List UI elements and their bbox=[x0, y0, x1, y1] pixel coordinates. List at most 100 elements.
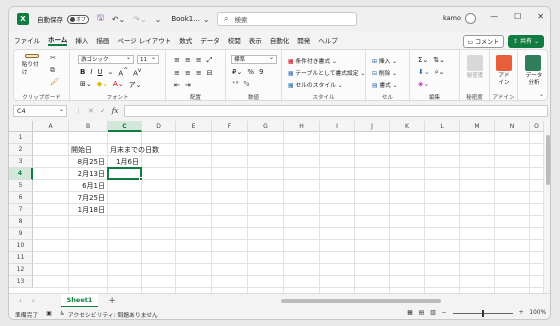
fill-handle[interactable] bbox=[139, 177, 143, 181]
horizontal-scrollbar[interactable] bbox=[271, 298, 531, 304]
decrease-indent-icon[interactable]: ⇤ bbox=[174, 81, 180, 89]
name-box[interactable]: C4 bbox=[13, 104, 67, 117]
fill-color-icon[interactable]: ◆⌄ bbox=[97, 80, 108, 90]
column-header-h[interactable]: H bbox=[284, 121, 320, 132]
column-header-i[interactable]: I bbox=[320, 121, 355, 132]
increase-indent-icon[interactable]: ⇥ bbox=[185, 81, 191, 89]
align-center-icon[interactable]: ≡ bbox=[185, 69, 191, 77]
tab-page-layout[interactable]: ページ レイアウト bbox=[117, 35, 171, 45]
tab-file[interactable]: ファイル bbox=[14, 35, 40, 45]
tab-developer[interactable]: 開発 bbox=[297, 35, 310, 45]
align-top-icon[interactable]: ≡ bbox=[185, 56, 191, 65]
column-header-j[interactable]: J bbox=[355, 121, 390, 132]
column-header-n[interactable]: N bbox=[495, 121, 530, 132]
enter-icon[interactable]: ✓ bbox=[100, 107, 106, 115]
avatar[interactable] bbox=[465, 13, 476, 24]
column-header-d[interactable]: D bbox=[142, 121, 176, 132]
tab-formulas[interactable]: 数式 bbox=[179, 35, 192, 45]
normal-view-icon[interactable]: ▦ bbox=[407, 310, 412, 316]
next-sheet-icon[interactable]: › bbox=[32, 297, 35, 305]
number-format-select[interactable]: 標準 bbox=[231, 54, 277, 64]
minimize-icon[interactable]: — bbox=[490, 12, 498, 21]
column-header-k[interactable]: K bbox=[390, 121, 425, 132]
row-header-8[interactable]: 8 bbox=[9, 216, 33, 228]
formula-input[interactable] bbox=[124, 105, 548, 117]
row-header-13[interactable]: 13 bbox=[9, 276, 33, 288]
comment-button[interactable]: ▭ コメント bbox=[462, 35, 505, 48]
font-name-select[interactable]: 游ゴシック bbox=[78, 54, 134, 64]
tab-review[interactable]: 校閲 bbox=[228, 35, 241, 45]
row-header-5[interactable]: 5 bbox=[9, 180, 33, 192]
cell-b6[interactable]: 7月25日 bbox=[69, 192, 108, 204]
conditional-format-button[interactable]: ▦ 条件付き書式 ⌄ bbox=[288, 56, 337, 65]
row-header-2[interactable]: 2 bbox=[9, 144, 33, 156]
sort-filter-icon[interactable]: ⇅⌄ bbox=[433, 56, 445, 64]
column-header-c[interactable]: C bbox=[108, 121, 142, 132]
column-header-b[interactable]: B bbox=[69, 121, 108, 132]
delete-cells-button[interactable]: ⊟ 削除 ⌄ bbox=[372, 68, 397, 77]
prev-sheet-icon[interactable]: ‹ bbox=[19, 297, 22, 305]
redo-icon[interactable]: ↷⌄ bbox=[133, 15, 146, 24]
align-right-icon[interactable]: ≡ bbox=[196, 69, 202, 77]
tab-view[interactable]: 表示 bbox=[249, 35, 262, 45]
wrap-text-icon[interactable]: ≡ bbox=[174, 56, 180, 65]
search-input[interactable]: ⌕ 検索 bbox=[217, 12, 357, 26]
insert-cells-button[interactable]: ⊞ 挿入 ⌄ bbox=[372, 56, 397, 65]
font-grow-icon[interactable]: A^ bbox=[118, 68, 128, 77]
maximize-icon[interactable]: ☐ bbox=[514, 12, 521, 21]
column-header-g[interactable]: G bbox=[248, 121, 284, 132]
column-header-a[interactable]: A bbox=[33, 121, 69, 132]
save-icon[interactable]: 🖫 bbox=[97, 12, 104, 26]
row-header-4[interactable]: 4 bbox=[9, 168, 33, 180]
font-color-icon[interactable]: A⌄ bbox=[113, 80, 124, 90]
orientation-icon[interactable]: ⤢ bbox=[207, 56, 213, 65]
title-dropdown-icon[interactable]: ⌄ bbox=[203, 15, 210, 24]
row-header-7[interactable]: 7 bbox=[9, 204, 33, 216]
column-header-l[interactable]: L bbox=[425, 121, 460, 132]
cell-b2[interactable]: 開始日 bbox=[71, 144, 110, 156]
sensitivity-icon[interactable] bbox=[467, 55, 483, 71]
comma-icon[interactable]: 9 bbox=[259, 68, 263, 76]
format-cells-button[interactable]: ▤ 書式 ⌄ bbox=[372, 80, 398, 89]
borders-icon[interactable]: ⊞⌄ bbox=[80, 80, 92, 90]
row-header-3[interactable]: 3 bbox=[9, 156, 33, 168]
page-layout-view-icon[interactable]: ▤ bbox=[419, 310, 424, 316]
page-break-view-icon[interactable]: ▥ bbox=[430, 310, 435, 316]
spreadsheet-grid[interactable]: A B C D E F G H I J K L M N O 1 2 3 4 5 6 7 8 9 10 11 12 13 開始日 月末までの… bbox=[9, 121, 550, 293]
close-icon[interactable]: ✕ bbox=[537, 12, 544, 21]
row-header-6[interactable]: 6 bbox=[9, 192, 33, 204]
cell-b5[interactable]: 6月1日 bbox=[69, 180, 108, 192]
select-all-corner[interactable] bbox=[9, 121, 33, 132]
currency-icon[interactable]: ₽⌄ bbox=[232, 68, 242, 76]
collapse-ribbon-icon[interactable]: ⌄ bbox=[539, 91, 544, 98]
active-cell-selection[interactable] bbox=[107, 167, 142, 180]
paste-button[interactable]: 貼り付け bbox=[22, 54, 42, 76]
data-analysis-button[interactable]: データ 分析 bbox=[521, 73, 547, 86]
find-icon[interactable]: ⌕⌄ bbox=[435, 68, 445, 77]
cell-b4[interactable]: 2月13日 bbox=[69, 168, 108, 180]
cell-b7[interactable]: 1月18日 bbox=[69, 204, 108, 216]
cell-b3[interactable]: 8月25日 bbox=[69, 156, 108, 168]
copy-icon[interactable]: ⧉ bbox=[50, 66, 55, 75]
cell-c2[interactable]: 月末までの日数 bbox=[110, 144, 159, 156]
italic-icon[interactable]: I bbox=[90, 68, 92, 77]
clear-icon[interactable]: ◈⌄ bbox=[418, 80, 429, 88]
increase-decimal-icon[interactable]: ⁺⁰ bbox=[232, 80, 239, 88]
column-header-f[interactable]: F bbox=[212, 121, 248, 132]
fill-icon[interactable]: ⬇⌄ bbox=[418, 68, 430, 77]
row-header-9[interactable]: 9 bbox=[9, 228, 33, 240]
underline-icon[interactable]: U bbox=[97, 68, 102, 77]
tab-insert[interactable]: 挿入 bbox=[75, 35, 88, 45]
tab-data[interactable]: データ bbox=[200, 35, 220, 45]
bold-icon[interactable]: B bbox=[80, 68, 85, 77]
macro-record-icon[interactable]: ▣ bbox=[46, 311, 51, 317]
align-middle-icon[interactable]: ≡ bbox=[196, 56, 202, 65]
cut-icon[interactable]: ✂ bbox=[50, 54, 56, 62]
autosum-icon[interactable]: Σ⌄ bbox=[418, 56, 428, 64]
font-shrink-icon[interactable]: Av bbox=[133, 68, 141, 77]
share-button[interactable]: ⇪ 共有 ⌄ bbox=[508, 35, 544, 48]
decrease-decimal-icon[interactable]: ⁰₀ bbox=[244, 80, 250, 88]
vertical-scroll-thumb[interactable] bbox=[546, 135, 550, 185]
tab-draw[interactable]: 描画 bbox=[96, 35, 109, 45]
vertical-scrollbar[interactable] bbox=[544, 121, 550, 293]
